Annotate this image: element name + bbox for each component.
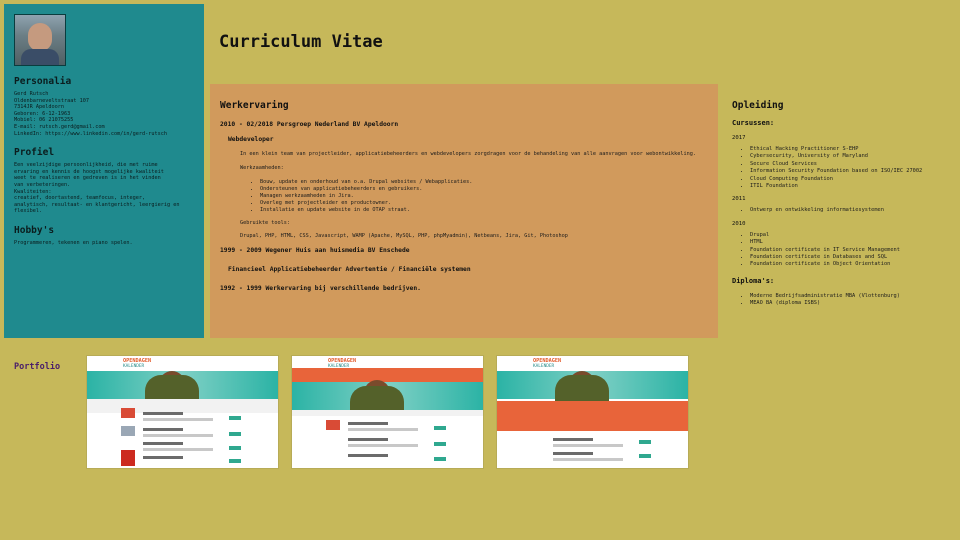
list-item: Information Security Foundation based on… bbox=[750, 168, 956, 175]
personalia-line: Oldenbarneveltstraat 107 bbox=[14, 97, 89, 104]
list-item: Foundation certificate in IT Service Man… bbox=[750, 247, 956, 254]
portfolio-thumbnail-2[interactable]: OPENDAGEN KALENDER bbox=[292, 356, 483, 468]
job-role: Financieel Applicatiebeheerder Advertent… bbox=[228, 266, 471, 274]
education-column: Opleiding Cursussen: 2017 Ethical Hackin… bbox=[732, 100, 956, 340]
thumb-logo-sub: KALENDER bbox=[533, 364, 555, 369]
list-item: Cybersecurity, University of Maryland bbox=[750, 153, 956, 160]
profiel-line: analytisch, resultaat- en klantgericht, … bbox=[14, 201, 180, 208]
list-item: Ethical Hacking Practitioner S-EHP bbox=[750, 146, 956, 153]
hobbys-text: Programmeren, tekenen en piano spelen. bbox=[14, 239, 133, 246]
course-list: Ontwerp en ontwikkeling informatiesystem… bbox=[750, 207, 956, 214]
profiel-heading: Profiel bbox=[14, 147, 55, 159]
list-item: Moderne Bedrijfsadministratie MBA (Vlott… bbox=[750, 293, 956, 300]
portfolio-thumbnail-1[interactable]: OPENDAGEN KALENDER bbox=[87, 356, 278, 468]
job-title: 1992 - 1999 Werkervaring bij verschillen… bbox=[220, 285, 421, 293]
profiel-line: van verbeteringen. bbox=[14, 181, 71, 188]
personalia-line: Mobiel: 06 21075255 bbox=[14, 117, 74, 124]
werkzaamheden-label: Werkzaamheden: bbox=[240, 164, 284, 171]
profiel-text: Een veelzijdige persoonlijkheid, die met… bbox=[14, 162, 194, 215]
profiel-line: flexibel. bbox=[14, 208, 43, 215]
tools-label: Gebruikte tools: bbox=[240, 219, 290, 226]
linkedin-link[interactable]: LinkedIn: https://www.linkedin.com/in/ge… bbox=[14, 131, 194, 138]
personalia-line: Gerd Rutsch bbox=[14, 91, 49, 97]
cursussen-label: Cursussen: bbox=[732, 119, 775, 127]
list-item: Bouw, update en onderhoud van o.a. Drupa… bbox=[260, 179, 708, 186]
page-title: Curriculum Vitae bbox=[219, 32, 383, 52]
personalia-line: Geboren: 6-12-1963 bbox=[14, 110, 71, 117]
profiel-line: ervaring en kennis de hoogst mogelijke k… bbox=[14, 168, 164, 175]
personalia-heading: Personalia bbox=[14, 76, 72, 87]
email-link[interactable]: E-mail: rutsch.gerd@gmail.com bbox=[14, 124, 194, 131]
list-item: Overleg met projectleider en productowne… bbox=[260, 200, 708, 207]
list-item: Ontwerp en ontwikkeling informatiesystem… bbox=[750, 207, 956, 214]
course-list: Ethical Hacking Practitioner S-EHP Cyber… bbox=[750, 146, 956, 190]
tools-text: Drupal, PHP, HTML, CSS, Javascript, WAMP… bbox=[240, 233, 568, 240]
year-label: 2010 bbox=[732, 220, 746, 227]
list-item: Ondersteunen van applicatiebeheerders en… bbox=[260, 186, 708, 193]
diploma-list: Moderne Bedrijfsadministratie MBA (Vlott… bbox=[750, 293, 956, 308]
job-description: In een klein team van projectleider, app… bbox=[240, 151, 696, 157]
list-item: Secure Cloud Services bbox=[750, 161, 956, 168]
list-item: Installatie en update website in de OTAP… bbox=[260, 207, 708, 214]
list-item: Cloud Computing Foundation bbox=[750, 176, 956, 183]
profiel-line: weet te realiseren en gedreven is in het… bbox=[14, 175, 161, 182]
course-list: Drupal HTML Foundation certificate in IT… bbox=[750, 232, 956, 269]
year-label: 2011 bbox=[732, 196, 746, 203]
list-item: MEAO BA (diploma ISBS) bbox=[750, 300, 956, 307]
work-heading: Werkervaring bbox=[220, 100, 289, 111]
profiel-line: Kwaliteiten: bbox=[14, 188, 52, 195]
profiel-line: creatief, doortastend, teamfocus, intege… bbox=[14, 195, 146, 202]
thumb-logo-sub: KALENDER bbox=[123, 364, 145, 369]
hobbys-heading: Hobby's bbox=[14, 224, 55, 236]
job-role: Webdeveloper bbox=[228, 136, 274, 143]
personalia-list: Gerd Rutsch Oldenbarneveltstraat 107 731… bbox=[14, 91, 194, 137]
job-title: 2010 - 02/2018 Persgroep Nederland BV Ap… bbox=[220, 121, 399, 128]
portfolio-label: Portfolio bbox=[14, 362, 61, 372]
list-item: Drupal bbox=[750, 232, 956, 239]
portfolio-thumbnail-3[interactable]: OPENDAGEN KALENDER bbox=[497, 356, 688, 468]
job-title: 1999 - 2009 Wegener Huis aan huismedia B… bbox=[220, 247, 410, 255]
avatar bbox=[14, 14, 66, 66]
list-item: HTML bbox=[750, 239, 956, 246]
diplomas-label: Diploma's: bbox=[732, 276, 775, 285]
profiel-line: Een veelzijdige persoonlijkheid, die met… bbox=[14, 162, 158, 169]
year-label: 2017 bbox=[732, 135, 746, 141]
werkzaamheden-list: Bouw, update en onderhoud van o.a. Drupa… bbox=[260, 179, 708, 214]
list-item: Foundation certificate in Object Orienta… bbox=[750, 261, 956, 268]
list-item: Managen werkzaamheden in Jira. bbox=[260, 193, 708, 200]
personalia-line: 7314JR Apeldoorn bbox=[14, 104, 64, 111]
list-item: Foundation certificate in Databases and … bbox=[750, 254, 956, 261]
work-experience-panel: Werkervaring 2010 - 02/2018 Persgroep Ne… bbox=[210, 84, 718, 338]
list-item: ITIL Foundation bbox=[750, 183, 956, 190]
education-heading: Opleiding bbox=[732, 100, 784, 111]
profile-sidebar: Personalia Gerd Rutsch Oldenbarneveltstr… bbox=[4, 4, 204, 338]
